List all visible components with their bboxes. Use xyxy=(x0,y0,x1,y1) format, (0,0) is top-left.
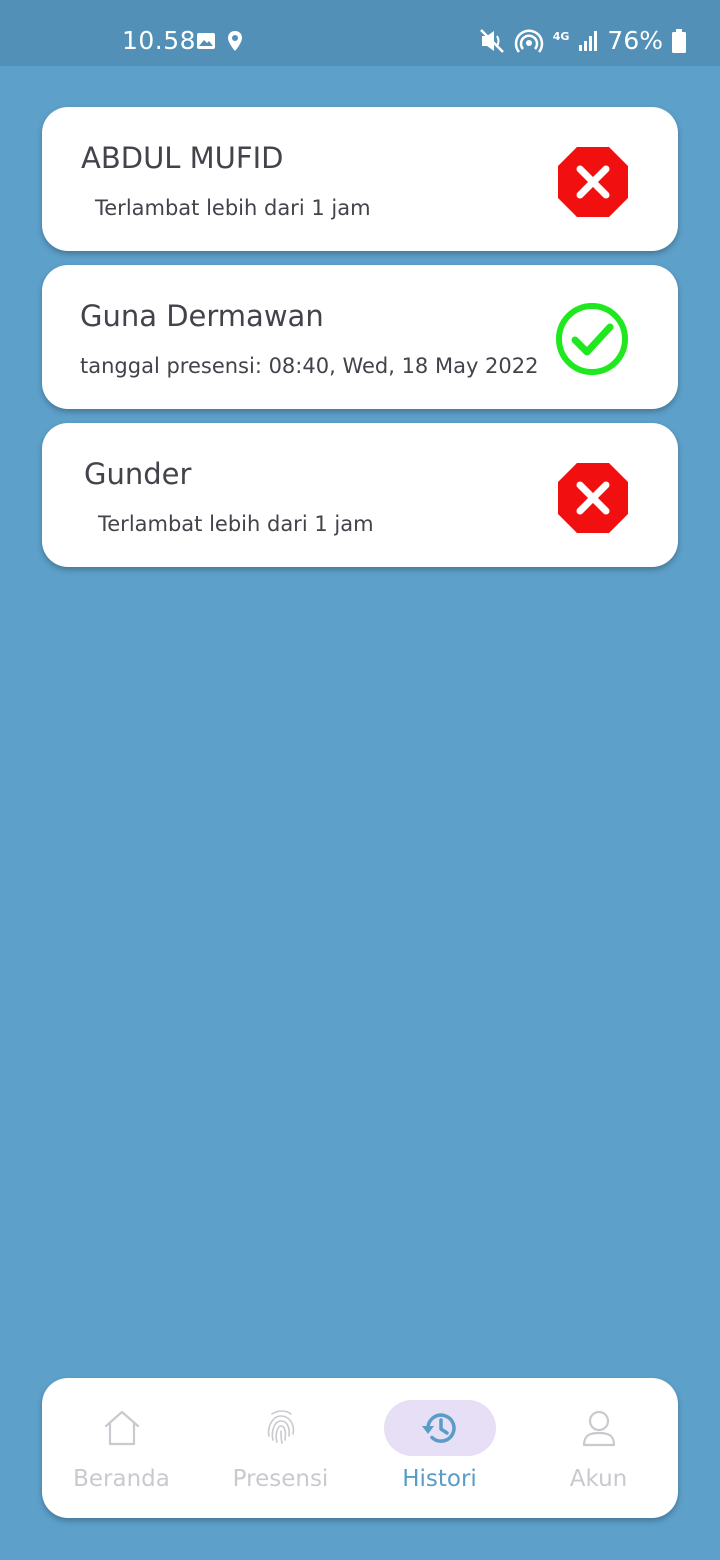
network-type: 4G xyxy=(552,30,570,43)
red-x-octagon-icon xyxy=(558,463,628,533)
nav-label-beranda: Beranda xyxy=(73,1466,170,1492)
red-x-octagon-icon xyxy=(558,147,628,217)
battery-icon xyxy=(672,28,686,53)
attendance-status-text: Terlambat lebih dari 1 jam xyxy=(98,512,374,536)
user-icon xyxy=(582,1410,615,1447)
employee-name: Gunder xyxy=(84,457,192,491)
attendance-status-text: Terlambat lebih dari 1 jam xyxy=(95,196,371,220)
employee-name: Guna Dermawan xyxy=(80,299,324,333)
fingerprint-icon xyxy=(267,1410,294,1444)
nav-item-histori[interactable]: Histori xyxy=(360,1378,519,1518)
history-icon xyxy=(421,1413,456,1443)
attendance-status-text: tanggal presensi: 08:40, Wed, 18 May 202… xyxy=(80,354,539,378)
attendance-card[interactable]: ABDUL MUFID Terlambat lebih dari 1 jam xyxy=(42,107,678,251)
attendance-card[interactable]: Gunder Terlambat lebih dari 1 jam xyxy=(42,423,678,567)
signal-icon xyxy=(579,30,598,51)
green-check-circle-icon xyxy=(556,303,628,375)
mute-vibrate-icon xyxy=(479,28,504,53)
attendance-card[interactable]: Guna Dermawan tanggal presensi: 08:40, W… xyxy=(42,265,678,409)
bottom-navigation: Beranda Presensi Histori Akun xyxy=(42,1378,678,1518)
nav-label-histori: Histori xyxy=(402,1466,477,1492)
nav-label-presensi: Presensi xyxy=(232,1466,329,1492)
battery-percent: 76% xyxy=(607,26,663,55)
location-pin-icon xyxy=(228,31,242,51)
nav-active-indicator xyxy=(383,1400,496,1456)
employee-name: ABDUL MUFID xyxy=(81,141,284,175)
nav-item-presensi[interactable]: Presensi xyxy=(201,1378,360,1518)
status-bar: 10.58 4G 76% xyxy=(0,0,720,66)
nav-label-akun: Akun xyxy=(569,1466,628,1492)
nav-item-beranda[interactable]: Beranda xyxy=(42,1378,201,1518)
status-time: 10.58 xyxy=(122,26,197,55)
hotspot-icon xyxy=(514,28,543,53)
nav-item-akun[interactable]: Akun xyxy=(519,1378,678,1518)
image-icon xyxy=(197,33,215,49)
home-icon xyxy=(104,1410,139,1446)
